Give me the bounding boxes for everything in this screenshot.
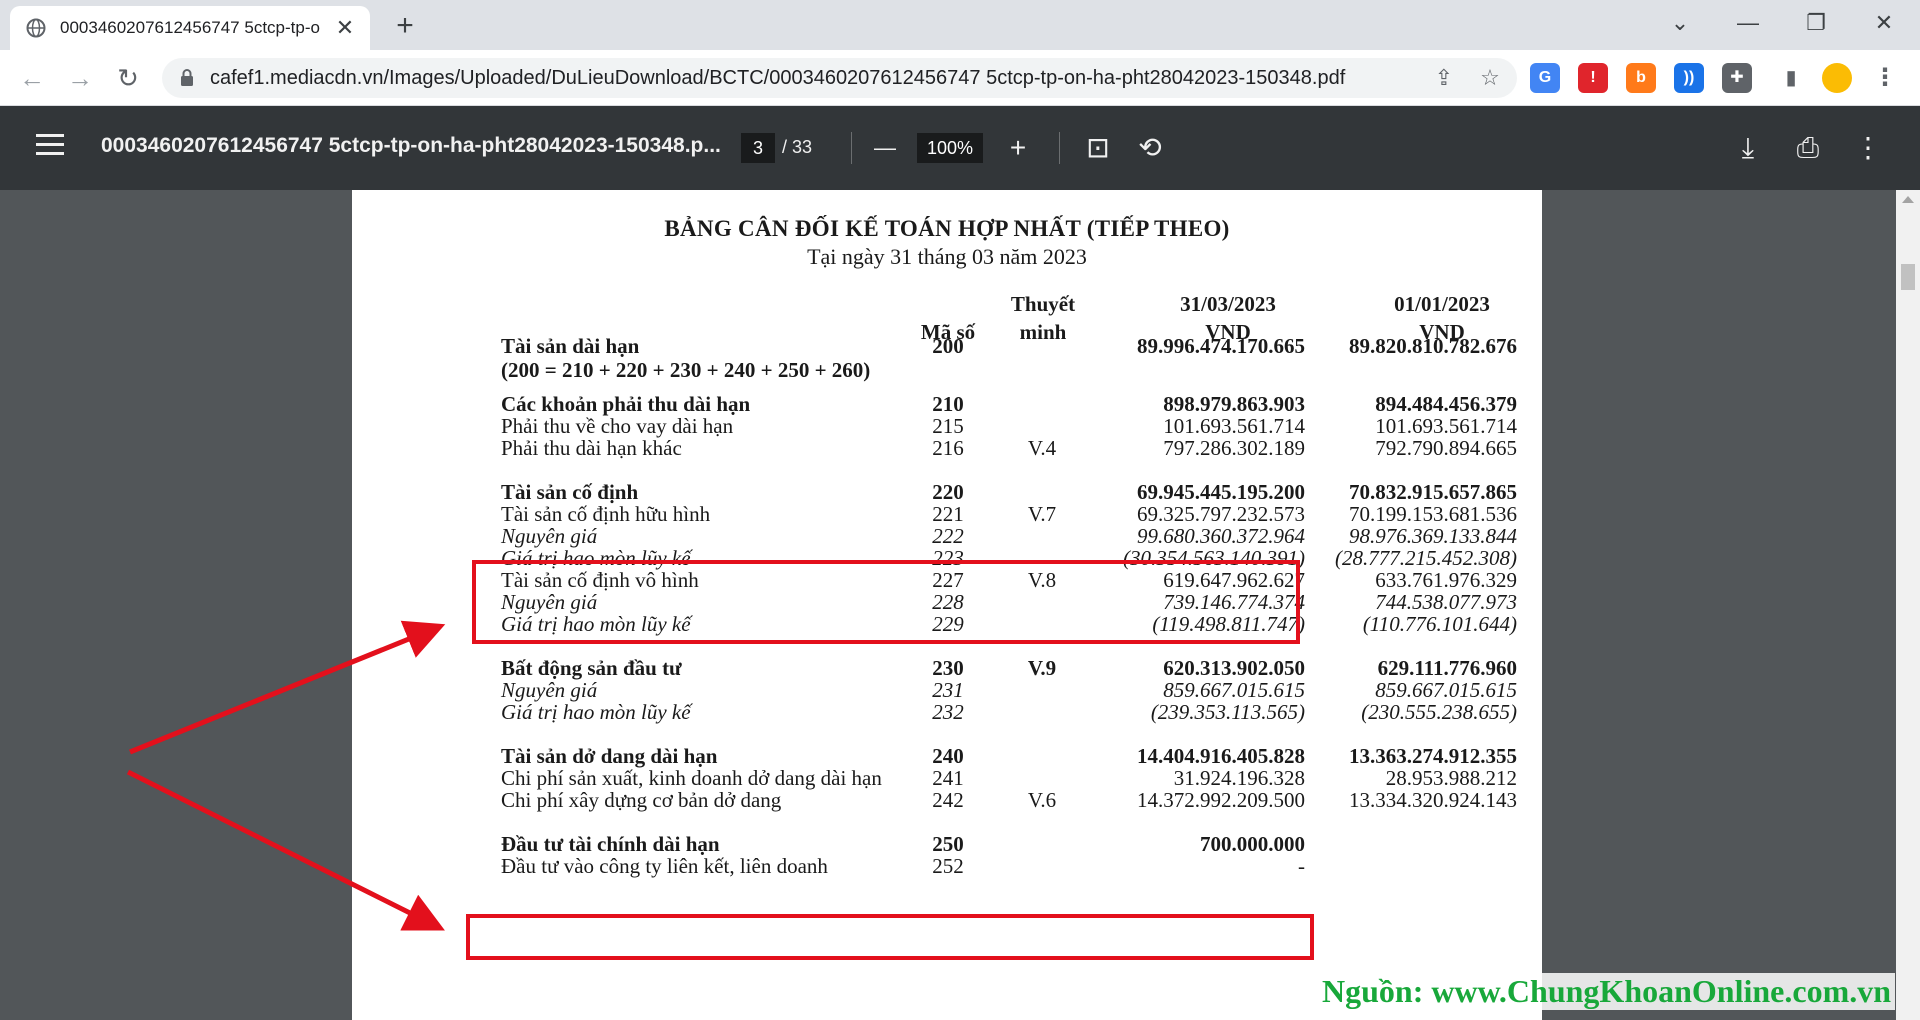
more-actions-icon[interactable]: ⋮ — [1848, 128, 1888, 168]
browser-tab[interactable]: 0003460207612456747 5ctcp-tp-o ✕ — [10, 6, 370, 50]
forward-button[interactable]: → — [60, 58, 100, 98]
table-row: Phải thu dài hạn khác 216 V.4 797.286.302.1… — [352, 434, 1542, 462]
tab-title: 0003460207612456747 5ctcp-tp-o — [60, 18, 320, 37]
share-icon[interactable]: ⇪ — [1424, 58, 1464, 98]
row-note: V.4 — [1027, 436, 1057, 460]
profile-avatar[interactable] — [1822, 63, 1852, 93]
pdf-file-name: 0003460207612456747 5ctcp-tp-on-ha-pht28… — [101, 134, 721, 157]
translate-extension-icon[interactable]: G — [1530, 63, 1560, 93]
vertical-scrollbar[interactable] — [1896, 190, 1920, 1020]
globe-icon — [26, 18, 46, 38]
fit-page-icon[interactable]: ⊡ — [1078, 128, 1118, 168]
row-value-start: (230.555.238.655) — [1361, 700, 1517, 724]
highlight-construction-box — [466, 914, 1314, 960]
rotate-icon[interactable]: ⟲ — [1130, 128, 1170, 168]
row-value-start: 13.334.320.924.143 — [1349, 788, 1517, 812]
highlight-fixed-assets-box — [472, 560, 1300, 644]
document-title: BẢNG CÂN ĐỐI KẾ TOÁN HỢP NHẤT (TIẾP THEO… — [664, 216, 1230, 241]
adblock-extension-icon[interactable]: ! — [1578, 63, 1608, 93]
tab-strip: 0003460207612456747 5ctcp-tp-o ✕ + ⌄ — ❐… — [0, 0, 1920, 50]
row-code: 252 — [932, 854, 964, 878]
chrome-menu-icon[interactable]: ⋮ — [1870, 63, 1900, 93]
pdf-viewport[interactable]: BẢNG CÂN ĐỐI KẾ TOÁN HỢP NHẤT (TIẾP THEO… — [0, 190, 1920, 1020]
hamburger-menu-icon[interactable] — [36, 134, 64, 160]
row-label-formula: (200 = 210 + 220 + 230 + 240 + 250 + 260… — [501, 358, 871, 382]
row-value-q1: - — [1298, 854, 1305, 878]
pdf-toolbar: 0003460207612456747 5ctcp-tp-on-ha-pht28… — [0, 106, 1920, 190]
row-label: Phải thu dài hạn khác — [501, 436, 682, 460]
row-value-q1: 797.286.302.189 — [1163, 436, 1305, 460]
row-code: 232 — [932, 700, 964, 724]
row-label: Chi phí xây dựng cơ bản dở dang — [501, 788, 782, 812]
row-value-start: (110.776.101.644) — [1362, 612, 1517, 636]
row-label: Đầu tư vào công ty liên kết, liên doanh — [501, 854, 828, 878]
table-row: Giá trị hao mòn lũy kế 232 (239.353.113.56… — [352, 698, 1542, 726]
tab-close-icon[interactable]: ✕ — [332, 15, 358, 41]
header-note-line1: Thuyết — [1010, 292, 1076, 316]
address-bar[interactable]: cafef1.mediacdn.vn/Images/Uploaded/DuLie… — [162, 58, 1517, 98]
header-col2-date: 01/01/2023 — [1394, 292, 1490, 316]
pdf-page: BẢNG CÂN ĐỐI KẾ TOÁN HỢP NHẤT (TIẾP THEO… — [352, 190, 1542, 1020]
row-value-q1: 89.996.474.170.665 — [1137, 334, 1305, 358]
print-icon[interactable]: ⎙ — [1788, 128, 1828, 168]
header-col1-date: 31/03/2023 — [1180, 292, 1276, 316]
puzzle-extension-icon[interactable]: ✚ — [1722, 63, 1752, 93]
source-watermark: Nguồn: www.ChungKhoanOnline.com.vn — [1318, 973, 1896, 1010]
b-extension-icon[interactable]: b — [1626, 63, 1656, 93]
row-code: 242 — [932, 788, 964, 812]
new-tab-button[interactable]: + — [388, 10, 422, 44]
tab-search-icon[interactable]: ⌄ — [1652, 6, 1708, 40]
audio-extension-icon[interactable]: )) — [1674, 63, 1704, 93]
zoom-in-button[interactable]: + — [998, 128, 1038, 168]
zoom-out-button[interactable]: — — [865, 128, 905, 168]
scroll-thumb[interactable] — [1901, 264, 1915, 290]
toolbar-divider — [851, 132, 852, 164]
download-icon[interactable]: ⤓ — [1728, 128, 1768, 168]
browser-toolbar: ← → ↻ cafef1.mediacdn.vn/Images/Uploaded… — [0, 50, 1920, 106]
row-label: Giá trị hao mòn lũy kế — [501, 700, 691, 724]
page-total: / 33 — [782, 137, 813, 157]
document-subtitle: Tại ngày 31 tháng 03 năm 2023 — [807, 244, 1087, 269]
bookmark-star-icon[interactable]: ☆ — [1470, 58, 1510, 98]
row-note: V.6 — [1027, 788, 1057, 812]
reload-button[interactable]: ↻ — [108, 58, 148, 98]
url-text[interactable]: cafef1.mediacdn.vn/Images/Uploaded/DuLie… — [210, 67, 1345, 90]
toolbar-divider — [1059, 132, 1060, 164]
row-value-start: 792.790.894.665 — [1375, 436, 1517, 460]
minimize-button[interactable]: — — [1720, 6, 1776, 40]
restore-button[interactable]: ❐ — [1788, 6, 1844, 40]
close-window-button[interactable]: ✕ — [1856, 6, 1912, 40]
table-row: Đầu tư vào công ty liên kết, liên doanh 2… — [352, 852, 1542, 880]
row-value-q1: 14.372.992.209.500 — [1137, 788, 1305, 812]
row-code: 216 — [932, 436, 964, 460]
row-value-start: 89.820.810.782.676 — [1349, 334, 1517, 358]
side-panel-icon[interactable]: ▮ — [1776, 63, 1806, 93]
zoom-level-input[interactable]: 100% — [917, 133, 983, 163]
row-code: 200 — [932, 334, 964, 358]
page-number-input[interactable]: 3 — [741, 133, 775, 163]
back-button[interactable]: ← — [12, 58, 52, 98]
table-row: Chi phí xây dựng cơ bản dở dang 242 V.6 14.… — [352, 786, 1542, 814]
lock-icon — [181, 69, 193, 86]
scroll-up-arrow-icon[interactable] — [1902, 196, 1914, 203]
row-value-q1: (239.353.113.565) — [1150, 700, 1305, 724]
